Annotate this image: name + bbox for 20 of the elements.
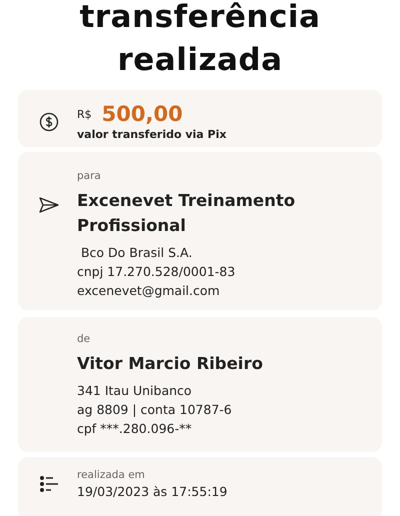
page-title: transferência [80, 0, 320, 37]
detail-text: excenevet@gmail.com [77, 282, 221, 300]
field-label: realizada em [77, 469, 146, 481]
currency-label: R$ [77, 108, 92, 120]
party-name: Excenevet Treinamento Profissional [77, 190, 296, 237]
list-icon [38, 475, 58, 493]
party-name: Vitor Marcio Ribeiro [77, 353, 264, 375]
dollar-icon [38, 112, 58, 132]
amount-caption: valor transferido via Pix [77, 128, 226, 141]
detail-text: cpf ***.280.096-** [77, 420, 193, 438]
field-label: para [77, 170, 102, 182]
amount-value: 500,00 [102, 102, 183, 126]
send-icon [38, 196, 60, 214]
detail-text: cnpj 17.270.528/0001-83 [77, 263, 236, 281]
detail-text: Bco Do Brasil S.A. [80, 244, 194, 262]
field-label: de [77, 333, 92, 345]
date-value: 19/03/2023 às 17:55:19 [77, 484, 228, 499]
detail-text: 341 Itau Unibanco [77, 382, 193, 400]
page-title: realizada [117, 41, 283, 80]
detail-text: ag 8809 | conta 10787-6 [77, 401, 233, 419]
